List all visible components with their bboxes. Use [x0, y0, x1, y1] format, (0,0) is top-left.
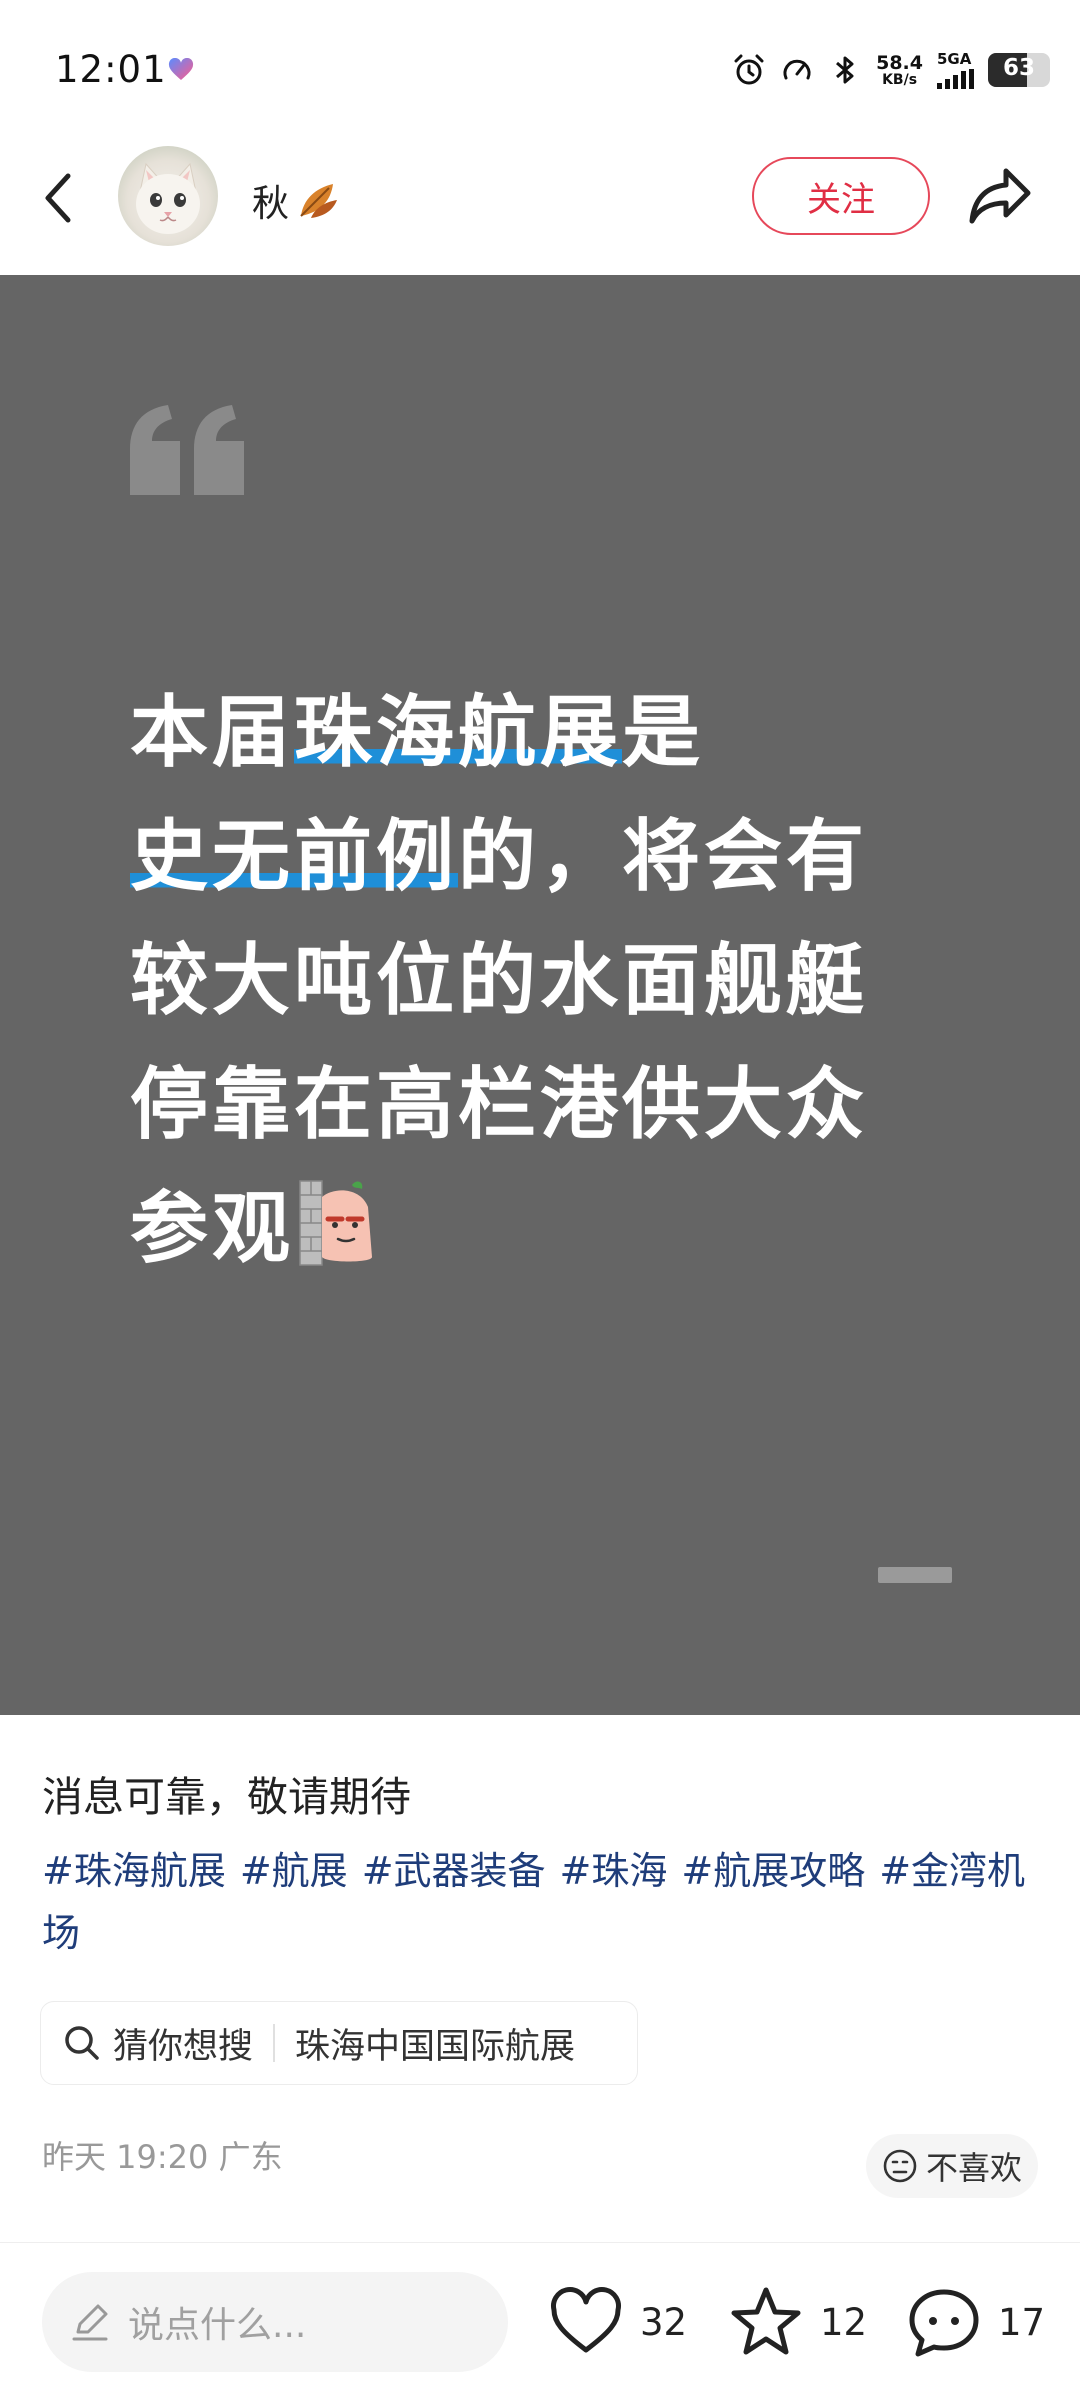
- page-indicator: [878, 1567, 952, 1583]
- hashtag-list: #珠海航展 #航展 #武器装备 #珠海 #航展攻略 #金湾机场: [42, 1840, 1052, 1964]
- network-type: 5GA: [937, 49, 972, 68]
- search-icon: [65, 2026, 99, 2060]
- cat-avatar-icon: [136, 162, 200, 234]
- hashtag-link[interactable]: #武器装备: [362, 1849, 546, 1893]
- post-image-card[interactable]: 本届珠海航展是 史无前例的，将会有 较大吨位的水面舰艇 停靠在高栏港供大众 参观: [0, 275, 1080, 1715]
- battery-level: 63: [1002, 55, 1035, 81]
- dislike-button[interactable]: 不喜欢: [866, 2134, 1038, 2198]
- peeking-emoji-icon: [299, 1180, 373, 1266]
- autumn-leaf-icon: [300, 184, 337, 218]
- heart-notification-icon: [168, 58, 194, 80]
- follow-button[interactable]: 关注: [752, 157, 930, 235]
- status-icons: 58.4 KB/s 5GA 63: [732, 48, 1050, 92]
- share-icon: [969, 168, 1031, 224]
- share-button[interactable]: [962, 160, 1038, 232]
- status-bar: 12:01 58.4 KB/s 5GA 63: [0, 0, 1080, 140]
- card-quote-text: 本届珠海航展是 史无前例的，将会有 较大吨位的水面舰艇 停靠在高栏港供大众 参观: [130, 671, 970, 1291]
- search-divider: [273, 2024, 276, 2062]
- net-speed: 58.4 KB/s: [876, 51, 923, 88]
- favorite-count: 12: [820, 2300, 868, 2344]
- comment-bubble-icon: [909, 2289, 979, 2357]
- card-text-segment: 的，将会有: [458, 812, 869, 902]
- net-speed-unit: KB/s: [882, 71, 918, 88]
- search-suggestion-keyword: 珠海中国国际航展: [295, 2026, 576, 2067]
- like-button[interactable]: 32: [548, 2280, 687, 2364]
- battery-icon: 63: [988, 53, 1050, 87]
- speed-gauge-icon: [783, 59, 811, 80]
- hashtag-link[interactable]: #珠海: [560, 1849, 668, 1893]
- card-text-line: 参观: [130, 1167, 970, 1291]
- comment-placeholder: 说点什么...: [128, 2305, 307, 2346]
- net-speed-value: 58.4: [876, 51, 923, 74]
- card-text-line: 本届珠海航展是: [130, 671, 970, 795]
- card-text-highlight: 珠海航展: [294, 688, 623, 778]
- hashtag-link[interactable]: #航展攻略: [681, 1849, 865, 1893]
- signal-bars-icon: [937, 68, 974, 89]
- post-caption: 消息可靠，敬请期待: [42, 1773, 411, 1821]
- status-time: 12:01: [55, 48, 167, 91]
- hashtag-link[interactable]: #珠海航展: [42, 1849, 226, 1893]
- username-text: 秋: [252, 182, 289, 225]
- card-text-segment: 较大吨位的水面舰艇: [130, 936, 869, 1026]
- neutral-face-icon: [883, 2149, 917, 2183]
- like-count: 32: [640, 2300, 688, 2344]
- comment-count: 17: [998, 2300, 1046, 2344]
- card-text-segment: 是: [622, 688, 705, 778]
- card-text-segment: 本届: [130, 688, 295, 778]
- card-text-segment: 停靠在高栏港供大众: [130, 1060, 869, 1150]
- card-text-line: 停靠在高栏港供大众: [130, 1043, 970, 1167]
- hashtag-link[interactable]: #航展: [240, 1849, 348, 1893]
- pencil-icon: [72, 2304, 108, 2341]
- card-text-highlight: 史无前例: [130, 812, 459, 902]
- alarm-icon: [734, 54, 764, 85]
- search-suggestion-label: 猜你想搜: [113, 2026, 254, 2067]
- card-text-segment: 参观: [130, 1184, 295, 1274]
- comment-button[interactable]: 17: [906, 2280, 1045, 2364]
- back-button[interactable]: [28, 160, 88, 236]
- username[interactable]: 秋: [252, 173, 339, 227]
- search-suggestion[interactable]: 猜你想搜 珠海中国国际航展: [40, 2001, 638, 2085]
- avatar[interactable]: [118, 146, 218, 246]
- favorite-button[interactable]: 12: [728, 2280, 867, 2364]
- bluetooth-icon: [836, 56, 854, 84]
- signal-indicator: 5GA: [937, 49, 974, 89]
- card-text-line: 史无前例的，将会有: [130, 795, 970, 919]
- dislike-label: 不喜欢: [925, 2149, 1022, 2187]
- card-text-line: 较大吨位的水面舰艇: [130, 919, 970, 1043]
- quote-mark-icon: [130, 405, 244, 495]
- bottom-divider: [0, 2242, 1080, 2243]
- post-meta: 昨天 19:20 广东: [42, 2138, 283, 2176]
- comment-input[interactable]: 说点什么...: [42, 2272, 508, 2372]
- chevron-left-icon: [45, 173, 71, 223]
- heart-icon: [551, 2287, 621, 2353]
- star-icon: [731, 2287, 801, 2355]
